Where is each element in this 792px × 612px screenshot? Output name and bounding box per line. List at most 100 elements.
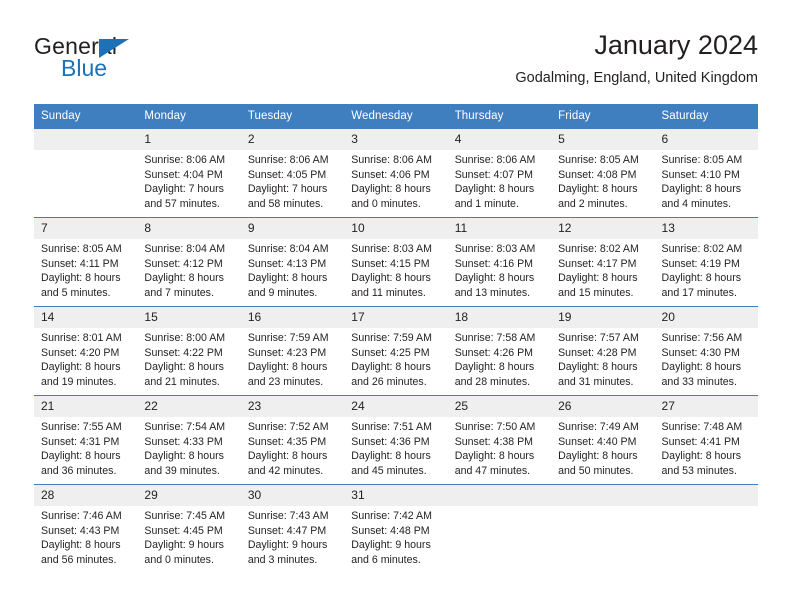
sunset-text: Sunset: 4:26 PM xyxy=(454,346,534,359)
daylight-text: Daylight: 8 hours and 15 minutes. xyxy=(558,272,638,299)
day-number: 24 xyxy=(344,396,448,417)
day-sun-info: Sunrise: 7:45 AM Sunset: 4:45 PM Daylight:… xyxy=(137,506,240,567)
sunrise-text: Sunrise: 8:04 AM xyxy=(144,243,226,255)
calendar-day-cell[interactable]: 10 Sunrise: 8:03 AM Sunset: 4:15 PM Dayligh… xyxy=(344,218,448,306)
calendar-day-cell[interactable]: 16 Sunrise: 7:59 AM Sunset: 4:23 PM Dayligh… xyxy=(240,307,345,395)
calendar-day-cell-empty xyxy=(551,485,655,573)
weekday-header-sunday: Sunday xyxy=(34,104,138,129)
calendar-day-cell[interactable]: 26 Sunrise: 7:49 AM Sunset: 4:40 PM Dayligh… xyxy=(551,396,655,484)
sunset-text: Sunset: 4:38 PM xyxy=(454,435,534,448)
sunset-text: Sunset: 4:40 PM xyxy=(558,435,637,448)
calendar-day-cell[interactable]: 6 Sunrise: 8:05 AM Sunset: 4:10 PM Daylight… xyxy=(654,129,758,217)
day-number: 5 xyxy=(551,129,655,150)
calendar-day-cell[interactable]: 27 Sunrise: 7:48 AM Sunset: 4:41 PM Dayligh… xyxy=(654,396,758,484)
calendar-day-cell[interactable]: 4 Sunrise: 8:06 AM Sunset: 4:07 PM Daylight… xyxy=(447,129,552,217)
calendar-day-cell[interactable]: 5 Sunrise: 8:05 AM Sunset: 4:08 PM Daylight… xyxy=(551,129,655,217)
day-number: 8 xyxy=(137,218,241,239)
day-number: 13 xyxy=(654,218,758,239)
calendar-day-cell[interactable]: 7 Sunrise: 8:05 AM Sunset: 4:11 PM Daylight… xyxy=(34,218,138,306)
day-number: 23 xyxy=(240,396,345,417)
sunrise-text: Sunrise: 8:00 AM xyxy=(144,332,226,344)
sunset-text: Sunset: 4:41 PM xyxy=(661,435,740,448)
day-sun-info: Sunrise: 8:05 AM Sunset: 4:08 PM Daylight:… xyxy=(551,150,654,211)
sunset-text: Sunset: 4:36 PM xyxy=(351,435,430,448)
calendar-day-cell[interactable]: 2 Sunrise: 8:06 AM Sunset: 4:05 PM Daylight… xyxy=(240,129,345,217)
sunset-text: Sunset: 4:12 PM xyxy=(144,257,223,270)
sunrise-text: Sunrise: 7:42 AM xyxy=(351,510,432,522)
calendar-day-cell[interactable]: 20 Sunrise: 7:56 AM Sunset: 4:30 PM Dayligh… xyxy=(654,307,758,395)
day-number: 14 xyxy=(34,307,138,328)
calendar-day-cell[interactable]: 19 Sunrise: 7:57 AM Sunset: 4:28 PM Dayligh… xyxy=(551,307,655,395)
sunrise-text: Sunrise: 8:05 AM xyxy=(558,154,639,166)
calendar-day-cell[interactable]: 31 Sunrise: 7:42 AM Sunset: 4:48 PM Dayligh… xyxy=(344,485,448,573)
calendar-day-cell[interactable]: 11 Sunrise: 8:03 AM Sunset: 4:16 PM Dayligh… xyxy=(447,218,552,306)
calendar-body: 1 Sunrise: 8:06 AM Sunset: 4:04 PM Daylight… xyxy=(34,128,758,573)
weekday-header-tuesday: Tuesday xyxy=(240,104,345,129)
sunrise-text: Sunrise: 8:03 AM xyxy=(454,243,536,255)
daylight-text: Daylight: 8 hours and 23 minutes. xyxy=(247,361,328,388)
day-number: 3 xyxy=(344,129,448,150)
calendar-day-cell[interactable]: 8 Sunrise: 8:04 AM Sunset: 4:12 PM Daylight… xyxy=(137,218,241,306)
calendar-day-cell[interactable]: 3 Sunrise: 8:06 AM Sunset: 4:06 PM Daylight… xyxy=(344,129,448,217)
sunset-text: Sunset: 4:23 PM xyxy=(247,346,327,359)
day-sun-info: Sunrise: 7:49 AM Sunset: 4:40 PM Daylight:… xyxy=(551,417,654,478)
calendar-day-cell[interactable]: 22 Sunrise: 7:54 AM Sunset: 4:33 PM Dayligh… xyxy=(137,396,241,484)
day-sun-info: Sunrise: 7:56 AM Sunset: 4:30 PM Daylight:… xyxy=(655,328,758,389)
sunset-text: Sunset: 4:45 PM xyxy=(144,524,223,537)
day-sun-info: Sunrise: 7:48 AM Sunset: 4:41 PM Daylight:… xyxy=(655,417,758,478)
day-number xyxy=(447,485,552,506)
day-number: 28 xyxy=(34,485,138,506)
calendar-day-cell[interactable]: 12 Sunrise: 8:02 AM Sunset: 4:17 PM Dayligh… xyxy=(551,218,655,306)
sunrise-text: Sunrise: 8:05 AM xyxy=(41,243,122,255)
sunrise-text: Sunrise: 8:05 AM xyxy=(661,154,743,166)
day-number: 17 xyxy=(344,307,448,328)
sunset-text: Sunset: 4:07 PM xyxy=(454,168,534,181)
sunset-text: Sunset: 4:31 PM xyxy=(41,435,120,448)
sunrise-text: Sunrise: 7:50 AM xyxy=(454,421,536,433)
day-number: 27 xyxy=(654,396,758,417)
sunset-text: Sunset: 4:17 PM xyxy=(558,257,637,270)
calendar-day-cell[interactable]: 18 Sunrise: 7:58 AM Sunset: 4:26 PM Dayligh… xyxy=(447,307,552,395)
calendar-day-cell[interactable]: 15 Sunrise: 8:00 AM Sunset: 4:22 PM Dayligh… xyxy=(137,307,241,395)
day-sun-info: Sunrise: 8:06 AM Sunset: 4:04 PM Daylight:… xyxy=(137,150,240,211)
day-number: 20 xyxy=(654,307,758,328)
sunrise-text: Sunrise: 8:06 AM xyxy=(454,154,536,166)
title-block: January 2024 Godalming, England, United … xyxy=(515,28,758,87)
calendar-day-cell[interactable]: 30 Sunrise: 7:43 AM Sunset: 4:47 PM Dayligh… xyxy=(240,485,345,573)
sunrise-text: Sunrise: 8:02 AM xyxy=(558,243,639,255)
calendar-day-cell[interactable]: 29 Sunrise: 7:45 AM Sunset: 4:45 PM Dayligh… xyxy=(137,485,241,573)
day-sun-info: Sunrise: 8:05 AM Sunset: 4:10 PM Daylight:… xyxy=(655,150,758,211)
daylight-text: Daylight: 8 hours and 4 minutes. xyxy=(661,183,742,210)
day-number: 2 xyxy=(240,129,345,150)
sunrise-text: Sunrise: 7:57 AM xyxy=(558,332,639,344)
calendar-day-cell[interactable]: 1 Sunrise: 8:06 AM Sunset: 4:04 PM Daylight… xyxy=(137,129,241,217)
calendar-day-cell[interactable]: 25 Sunrise: 7:50 AM Sunset: 4:38 PM Dayligh… xyxy=(447,396,552,484)
calendar-day-cell[interactable]: 13 Sunrise: 8:02 AM Sunset: 4:19 PM Dayligh… xyxy=(654,218,758,306)
calendar-day-cell[interactable]: 24 Sunrise: 7:51 AM Sunset: 4:36 PM Dayligh… xyxy=(344,396,448,484)
sunset-text: Sunset: 4:05 PM xyxy=(247,168,327,181)
calendar-day-cell[interactable]: 28 Sunrise: 7:46 AM Sunset: 4:43 PM Dayligh… xyxy=(34,485,138,573)
calendar-week-row: 28 Sunrise: 7:46 AM Sunset: 4:43 PM Dayligh… xyxy=(34,484,758,573)
daylight-text: Daylight: 8 hours and 47 minutes. xyxy=(454,450,535,477)
weekday-header-monday: Monday xyxy=(137,104,241,129)
sunrise-text: Sunrise: 7:43 AM xyxy=(247,510,329,522)
sunset-text: Sunset: 4:20 PM xyxy=(41,346,120,359)
sunset-text: Sunset: 4:19 PM xyxy=(661,257,740,270)
calendar-day-cell[interactable]: 23 Sunrise: 7:52 AM Sunset: 4:35 PM Dayligh… xyxy=(240,396,345,484)
day-number: 26 xyxy=(551,396,655,417)
daylight-text: Daylight: 8 hours and 56 minutes. xyxy=(41,539,121,566)
sunset-text: Sunset: 4:11 PM xyxy=(41,257,119,270)
calendar-day-cell[interactable]: 14 Sunrise: 8:01 AM Sunset: 4:20 PM Dayligh… xyxy=(34,307,138,395)
calendar-day-cell[interactable]: 21 Sunrise: 7:55 AM Sunset: 4:31 PM Dayligh… xyxy=(34,396,138,484)
calendar-day-cell[interactable]: 9 Sunrise: 8:04 AM Sunset: 4:13 PM Daylight… xyxy=(240,218,345,306)
sunrise-text: Sunrise: 8:03 AM xyxy=(351,243,432,255)
sunrise-text: Sunrise: 7:52 AM xyxy=(247,421,329,433)
daylight-text: Daylight: 8 hours and 53 minutes. xyxy=(661,450,742,477)
day-sun-info: Sunrise: 7:55 AM Sunset: 4:31 PM Daylight:… xyxy=(34,417,137,478)
day-number: 6 xyxy=(654,129,758,150)
sunset-text: Sunset: 4:10 PM xyxy=(661,168,740,181)
day-sun-info: Sunrise: 7:54 AM Sunset: 4:33 PM Daylight:… xyxy=(137,417,240,478)
daylight-text: Daylight: 9 hours and 6 minutes. xyxy=(351,539,431,566)
day-number: 18 xyxy=(447,307,552,328)
calendar-day-cell[interactable]: 17 Sunrise: 7:59 AM Sunset: 4:25 PM Dayligh… xyxy=(344,307,448,395)
